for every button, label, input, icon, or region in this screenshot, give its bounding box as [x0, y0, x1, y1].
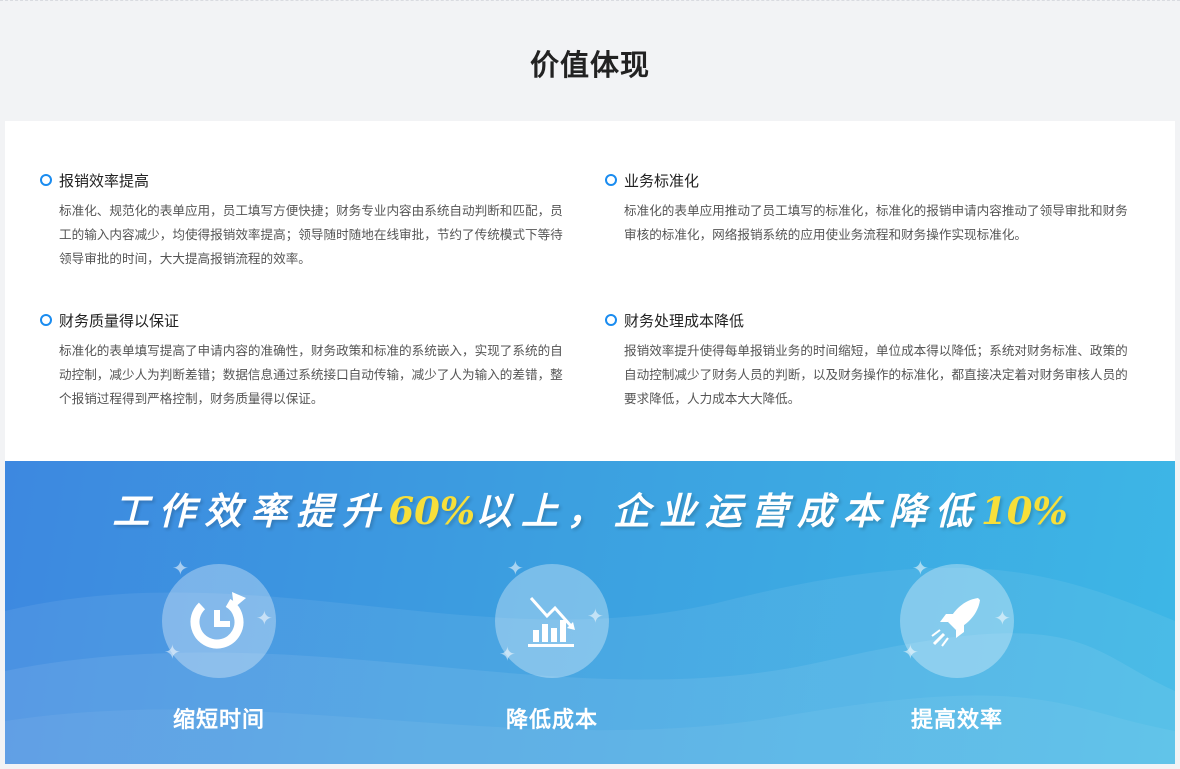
feature-shorten-time: ✦ ✦ ✦ 缩短时间	[129, 556, 309, 734]
value-item-title: 业务标准化	[624, 171, 700, 190]
sparkle-icon: ✦	[902, 640, 919, 664]
value-item-body: 报销效率提升使得每单报销业务的时间缩短，单位成本得以降低；系统对财务标准、政策的…	[624, 343, 1128, 406]
value-item-quality: 财务质量得以保证 标准化的表单填写提高了申请内容的准确性，财务政策和标准的系统嵌…	[40, 309, 563, 411]
feature-improve-efficiency: ✦ ✦ ✦ 提高效率	[867, 556, 1047, 734]
value-item-body: 标准化的表单填写提高了申请内容的准确性，财务政策和标准的系统嵌入，实现了系统的自…	[59, 343, 563, 406]
value-item-body: 标准化、规范化的表单应用，员工填写方便快捷；财务专业内容由系统自动判断和匹配，员…	[59, 203, 563, 266]
value-item-efficiency: 报销效率提高 标准化、规范化的表单应用，员工填写方便快捷；财务专业内容由系统自动…	[40, 169, 563, 271]
feature-label: 提高效率	[910, 708, 1003, 733]
sparkle-icon: ✦	[994, 606, 1011, 630]
feature-circle: ✦ ✦ ✦	[900, 556, 1014, 678]
top-divider	[0, 0, 1180, 1]
slogan-text: 以上，企业运营成本降低	[475, 489, 981, 533]
feature-reduce-cost: ✦ ✦ ✦ 降低成本	[462, 556, 642, 734]
value-item-body: 标准化的表单应用推动了员工填写的标准化，标准化的报销申请内容推动了领导审批和财务…	[624, 203, 1128, 242]
bullet-ring-icon	[40, 174, 52, 186]
feature-circle: ✦ ✦ ✦	[162, 556, 276, 678]
slogan-text: 工作效率提升	[112, 489, 389, 533]
value-item-cost: 财务处理成本降低 报销效率提升使得每单报销业务的时间缩短，单位成本得以降低；系统…	[605, 309, 1128, 411]
bullet-ring-icon	[40, 314, 52, 326]
banner-slogan: 工作效率提升60%以上，企业运营成本降低10%	[5, 481, 1175, 535]
value-item-title: 财务处理成本降低	[624, 311, 745, 330]
value-item-title: 报销效率提高	[59, 171, 150, 190]
bullet-ring-icon	[605, 314, 617, 326]
feature-label: 缩短时间	[172, 708, 265, 733]
section-title: 价值体现	[529, 48, 650, 82]
sparkle-icon: ✦	[507, 556, 524, 580]
sparkle-icon: ✦	[587, 604, 604, 628]
value-item-standardization: 业务标准化 标准化的表单应用推动了员工填写的标准化，标准化的报销申请内容推动了领…	[605, 169, 1128, 247]
sparkle-icon: ✦	[912, 556, 929, 580]
sparkle-icon: ✦	[172, 556, 189, 580]
sparkle-icon: ✦	[256, 606, 273, 630]
sparkle-icon: ✦	[499, 642, 516, 666]
bullet-ring-icon	[605, 174, 617, 186]
slogan-highlight: 10%	[981, 489, 1068, 533]
slogan-highlight: 60%	[388, 489, 475, 533]
sparkle-icon: ✦	[164, 640, 181, 664]
value-item-title: 财务质量得以保证	[59, 311, 180, 330]
value-banner: 工作效率提升60%以上，企业运营成本降低10% ✦ ✦ ✦ 缩短时间 ✦ ✦ ✦…	[5, 461, 1175, 764]
value-card: 报销效率提高 标准化、规范化的表单应用，员工填写方便快捷；财务专业内容由系统自动…	[5, 121, 1175, 461]
feature-label: 降低成本	[505, 708, 598, 733]
feature-circle: ✦ ✦ ✦	[495, 556, 609, 678]
